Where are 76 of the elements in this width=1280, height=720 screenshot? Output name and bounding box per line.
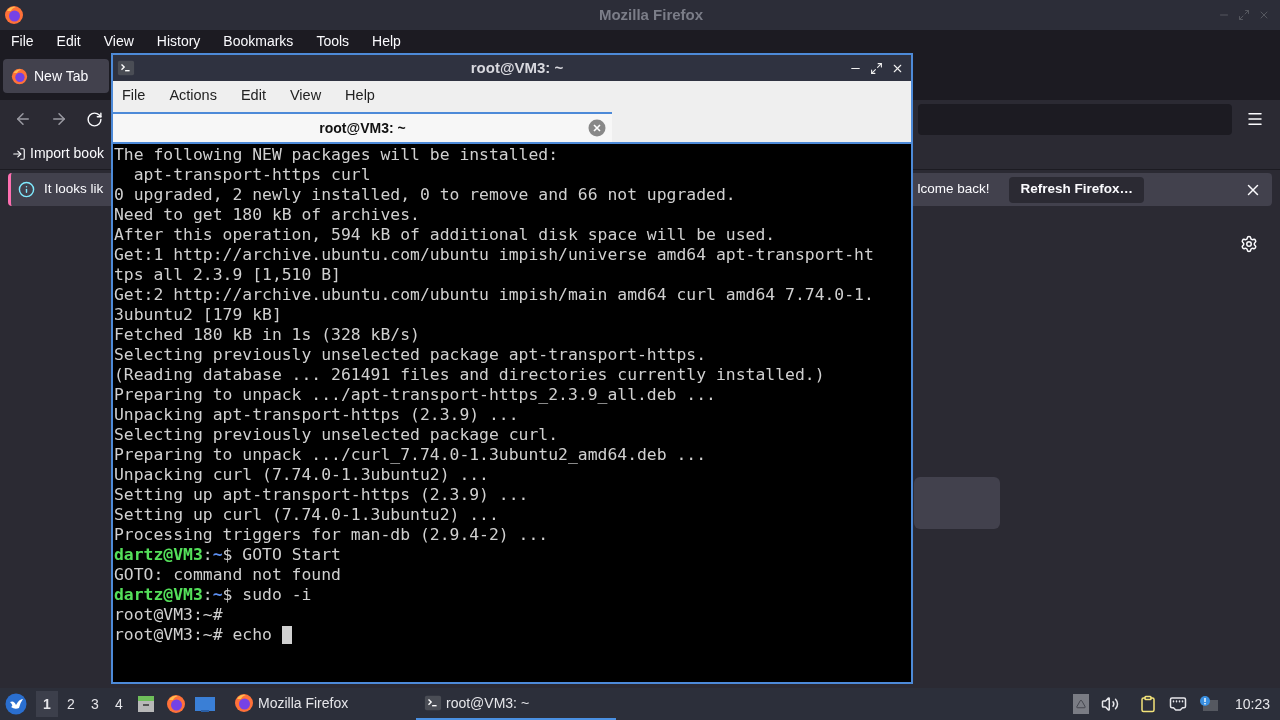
- workspace-button[interactable]: 2: [60, 691, 82, 717]
- terminal-line: apt-transport-https curl: [132, 165, 371, 185]
- terminal-line: Need to get 180 kB of archives.: [114, 205, 420, 225]
- globe-icon: [234, 693, 254, 713]
- menu-item[interactable]: View: [103, 30, 134, 52]
- terminal-line: Unpacking apt-transport-https (2.3.9) ...: [114, 405, 519, 425]
- clipboard-icon[interactable]: [1138, 695, 1157, 713]
- terminal-line: 3ubuntu2 [179 kB]: [114, 305, 282, 325]
- notification-message: It looks lik: [44, 180, 104, 199]
- update-notice-icon[interactable]: [1198, 695, 1219, 713]
- terminal-line: Selecting previously unselected package curl.: [114, 425, 559, 445]
- terminal-line: (Reading database ... 261491 files and directories currently installed.): [114, 365, 825, 385]
- terminal-line: The following NEW packages will be installed:: [114, 145, 559, 165]
- terminal-line: dartz@VM3:~$ GOTO Start: [114, 545, 341, 565]
- maximize-icon[interactable]: [870, 61, 883, 75]
- network-icon[interactable]: [1168, 695, 1187, 713]
- terminal-line: root@VM3:~# echo: [114, 625, 273, 645]
- back-icon[interactable]: [14, 110, 32, 128]
- terminal-line: GOTO: command not found: [114, 565, 341, 585]
- import-icon: [12, 146, 26, 161]
- menu-item[interactable]: Tools: [316, 30, 350, 52]
- workspace-button[interactable]: 3: [84, 691, 106, 717]
- workspace-button[interactable]: 4: [108, 691, 130, 717]
- menu-item[interactable]: View: [289, 85, 322, 107]
- browser-tab[interactable]: New Tab: [3, 59, 109, 93]
- terminal-tab[interactable]: root@VM3: ~: [113, 112, 612, 142]
- terminal-line: Preparing to unpack .../apt-transport-https_2.3.9_all.deb ...: [114, 385, 716, 405]
- globe-icon: [4, 5, 24, 25]
- shortcut-tile[interactable]: [914, 477, 1000, 529]
- terminal-line: Setting up curl (7.74.0-1.3ubuntu2) ...: [114, 505, 499, 525]
- globe-icon[interactable]: [166, 694, 186, 714]
- terminal-line: Fetched 180 kB in 1s (328 kB/s): [114, 325, 420, 345]
- terminal-line: dartz@VM3:~$ sudo -i: [114, 585, 312, 605]
- menu-item[interactable]: File: [11, 30, 34, 52]
- terminal-line: After this operation, 594 kB of additional disk space will be used.: [114, 225, 776, 245]
- task-button[interactable]: Mozilla Firefox: [226, 688, 416, 720]
- terminal-icon: [117, 59, 135, 77]
- terminal-line: Selecting previously unselected package apt-transport-https.: [114, 345, 707, 365]
- window-title: Mozilla Firefox: [597, 4, 704, 25]
- terminal-line: Get:2 http://archive.ubuntu.com/ubuntu impish/main amd64 curl amd64 7.74.0-1.: [114, 285, 874, 305]
- terminal-line: Get:1 http://archive.ubuntu.com/ubuntu impish/universe amd64 apt-transport-ht: [114, 245, 874, 265]
- notification-message: lcome back!: [917, 180, 990, 199]
- terminal-line: Unpacking curl (7.74.0-1.3ubuntu2) ...: [114, 465, 489, 485]
- terminal-line: Preparing to unpack .../curl_7.74.0-1.3ubuntu2_amd64.deb ...: [114, 445, 707, 465]
- menu-item[interactable]: Bookmarks: [223, 30, 294, 52]
- terminal-line: 0 upgraded, 2 newly installed, 0 to remove and 66 not upgraded.: [114, 185, 736, 205]
- menu-item[interactable]: Help: [345, 85, 375, 107]
- desktop-icon[interactable]: [194, 695, 216, 713]
- bookmark-item[interactable]: Import book: [30, 143, 104, 164]
- menu-icon[interactable]: [1246, 110, 1264, 128]
- settings-icon[interactable]: [1240, 235, 1258, 253]
- eject-icon[interactable]: [1072, 694, 1089, 714]
- start-menu-icon[interactable]: [5, 693, 27, 715]
- menu-item[interactable]: Edit: [240, 85, 266, 107]
- terminal-icon: [424, 694, 442, 712]
- menu-item[interactable]: Help: [372, 30, 401, 52]
- terminal-line: root@VM3:~#: [114, 605, 223, 625]
- file-cabinet-icon[interactable]: [136, 694, 156, 714]
- terminal-line: Setting up apt-transport-https (2.3.9) ...: [114, 485, 529, 505]
- menu-item[interactable]: Edit: [56, 30, 81, 52]
- reload-icon[interactable]: [86, 110, 103, 128]
- terminal-line: Processing triggers for man-db (2.9.4-2) ...: [114, 525, 549, 545]
- menu-item[interactable]: History: [156, 30, 201, 52]
- menu-item[interactable]: Actions: [169, 85, 217, 107]
- terminal-screen[interactable]: [113, 144, 911, 682]
- menu-item[interactable]: File: [122, 85, 146, 107]
- workspace-button[interactable]: 1: [36, 691, 58, 717]
- clock: 10:23: [1234, 694, 1270, 714]
- refresh-button[interactable]: Refresh Firefox…: [1009, 176, 1144, 203]
- terminal-line: tps all 2.3.9 [1,510 B]: [114, 265, 341, 285]
- task-button[interactable]: root@VM3: ~: [416, 688, 616, 720]
- volume-icon[interactable]: [1100, 695, 1119, 713]
- globe-icon: [11, 67, 28, 85]
- info-icon: [18, 181, 35, 198]
- forward-icon[interactable]: [50, 110, 68, 128]
- window-title: root@VM3: ~: [469, 57, 564, 78]
